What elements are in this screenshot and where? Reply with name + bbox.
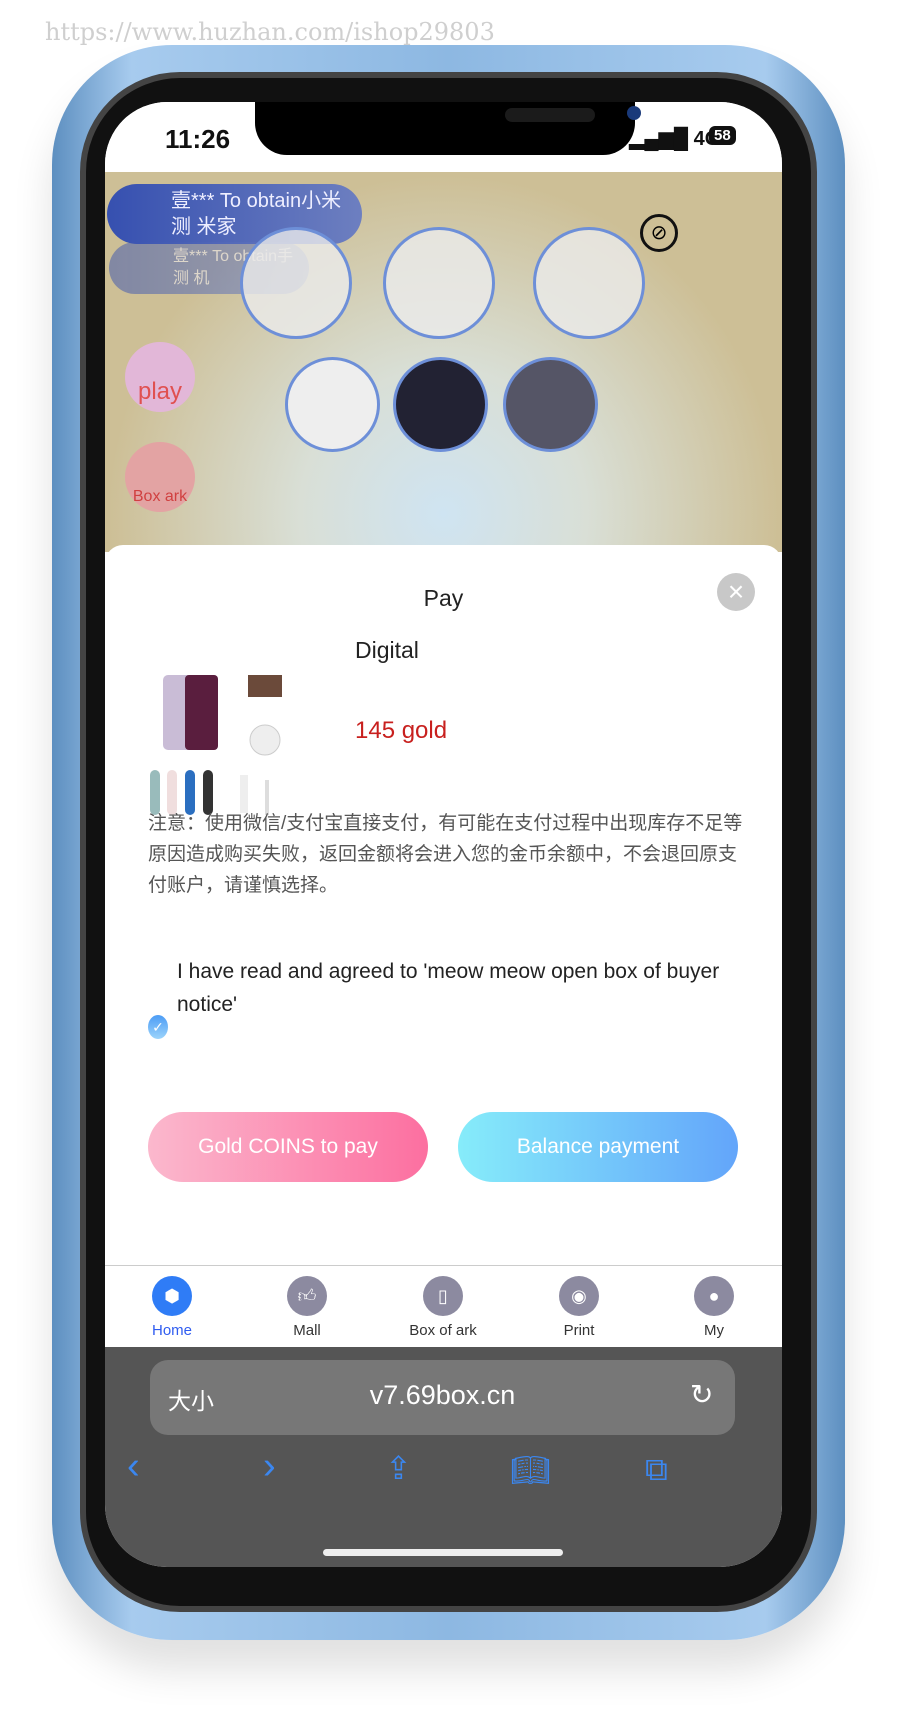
agreement-text[interactable]: I have read and agreed to 'meow meow ope… (177, 955, 737, 1021)
tab-mall[interactable]: 👍︎ Mall (252, 1276, 362, 1339)
bookmarks-icon[interactable]: 📖︎ (510, 1451, 551, 1489)
agree-checkbox[interactable]: ✓ (148, 1015, 168, 1039)
forward-icon[interactable]: › (263, 1445, 276, 1488)
clock: 11:26 (165, 124, 231, 154)
url-text: v7.69box.cn (369, 1380, 516, 1410)
balance-payment-button[interactable]: Balance payment (458, 1112, 738, 1182)
box-ark-button[interactable]: Box ark (125, 442, 195, 512)
tabs-icon[interactable]: ⧉ (645, 1451, 668, 1489)
tab-home[interactable]: ⬢ Home (117, 1276, 227, 1339)
share-icon[interactable]: ⇪ (385, 1449, 412, 1487)
thumb-icon: 👍︎ (287, 1276, 327, 1316)
speaker (505, 108, 595, 122)
camera-icon: ◉ (559, 1276, 599, 1316)
pay-modal: Pay × Digital 145 gold 注意：使用微信/支付宝直接支付，有… (105, 545, 782, 1265)
product-category: Digital (355, 637, 419, 663)
game-background: 壹*** To obtain小米测 米家 壹*** To obtain手测 机 … (105, 172, 782, 552)
gold-coins-pay-button[interactable]: Gold COINS to pay (148, 1112, 428, 1182)
tab-box-of-ark[interactable]: ▯ Box of ark (388, 1276, 498, 1339)
address-bar[interactable]: 大小 v7.69box.cn ↻ (150, 1360, 735, 1435)
tab-print[interactable]: ◉ Print (524, 1276, 634, 1339)
prize-bubble[interactable] (533, 227, 645, 339)
prize-bubble[interactable] (285, 357, 380, 452)
play-button[interactable]: play (125, 342, 195, 412)
watermark: https://www.huzhan.com/ishop29803 (45, 18, 495, 46)
signal-icon: ▂▄▆█ (629, 128, 689, 150)
tab-bar: ⬢ Home 👍︎ Mall ▯ Box of ark ◉ Print ● My (105, 1265, 782, 1347)
reload-icon[interactable]: ↻ (690, 1378, 713, 1411)
user-icon: ● (694, 1276, 734, 1316)
home-indicator (323, 1549, 563, 1556)
prize-bubble[interactable] (240, 227, 352, 339)
notch (255, 102, 641, 155)
cube-icon: ⬢ (152, 1276, 192, 1316)
battery: 58 (709, 126, 736, 145)
prize-bubble[interactable] (383, 227, 495, 339)
product-price: 145 gold (355, 717, 448, 744)
payment-notice: 注意：使用微信/支付宝直接支付，有可能在支付过程中出现库存不足等原因造成购买失败… (148, 813, 743, 896)
prize-bubble[interactable] (393, 357, 488, 452)
back-icon[interactable]: ‹ (127, 1445, 140, 1488)
signal: ▂▄▆█ 4G (629, 126, 720, 151)
tab-my[interactable]: ● My (659, 1276, 769, 1339)
close-icon[interactable]: × (717, 573, 755, 611)
phone-screen: 11:26 ▂▄▆█ 4G 58 壹*** To obtain小米测 米家 壹*… (105, 102, 782, 1567)
modal-title: Pay (423, 585, 464, 611)
camera (627, 106, 641, 120)
sound-off-icon[interactable]: ⊘ (640, 214, 678, 252)
browser-toolbar: 大小 v7.69box.cn ↻ ‹ › ⇪ 📖︎ ⧉ (105, 1347, 782, 1567)
box-icon: ▯ (423, 1276, 463, 1316)
prize-bubble[interactable] (503, 357, 598, 452)
